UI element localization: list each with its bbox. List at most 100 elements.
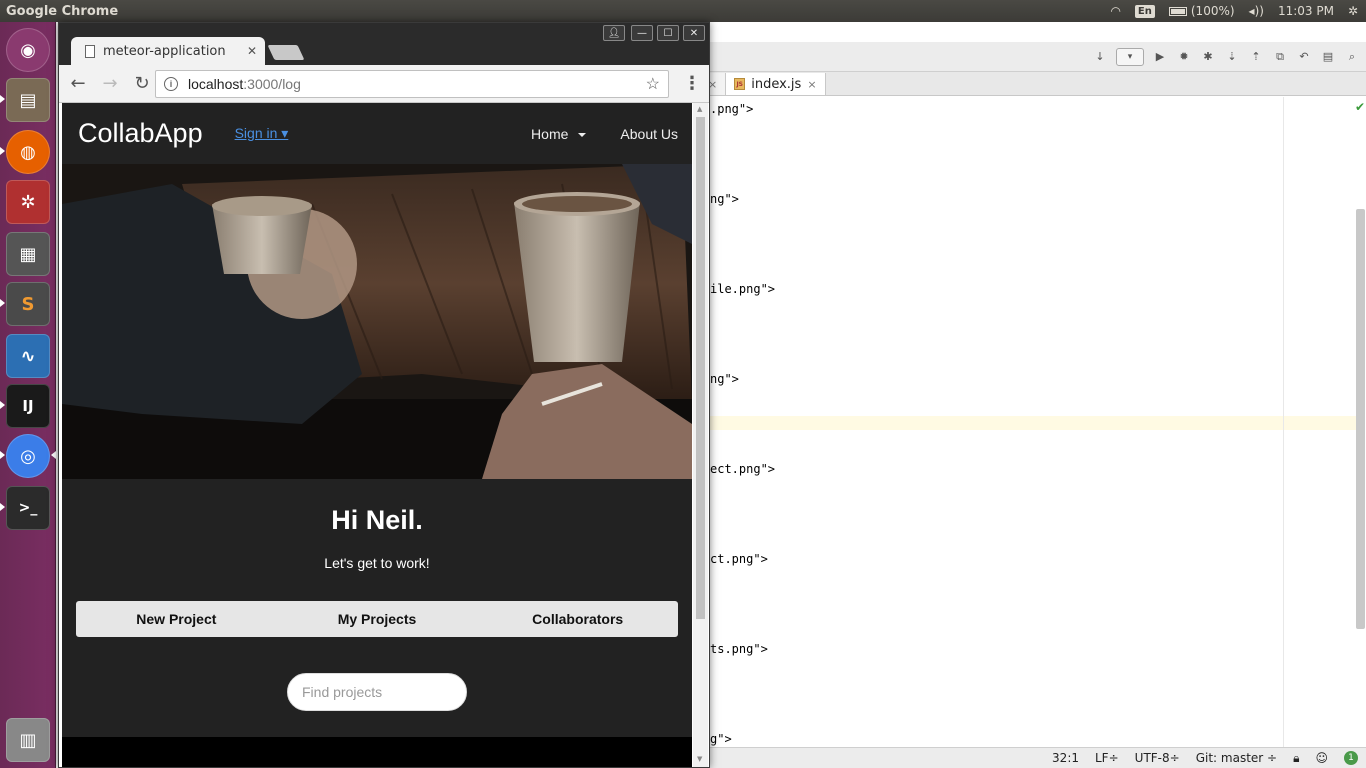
greeting-heading: Hi Neil. [331,505,423,535]
back-arrow-icon[interactable]: ← [65,71,91,97]
battery-indicator[interactable]: (100%) [1168,4,1235,18]
file-manager-icon[interactable]: ▤ [6,78,50,122]
code-line: ng"> [710,192,739,206]
system-settings-icon[interactable]: ✲ [6,180,50,224]
inspector-icon[interactable]: ☺ [1315,751,1328,765]
url-host: localhost [188,76,244,92]
bookmark-star-icon[interactable]: ☆ [646,74,660,94]
chrome-menu-icon[interactable]: ⋮ [683,73,701,94]
running-indicator [0,503,5,511]
page-viewport: CollabApp Sign in ▾ Home About Us Hi Nei… [62,103,692,767]
system-top-panel: Google Chrome ◠ En (100%) ◂)) 11:03 PM ✲ [0,0,1366,22]
code-line: ile.png"> [710,282,776,296]
keyboard-language-indicator[interactable]: En [1134,4,1155,18]
vcs-update-icon[interactable]: ⇣ [1224,49,1240,65]
current-line-highlight [708,416,1356,430]
minimize-button[interactable]: — [631,25,653,41]
page-scrollbar[interactable]: ▲ ▼ [693,103,708,767]
intellij-icon[interactable]: IJ [6,384,50,428]
focused-indicator [51,451,56,459]
browser-tab[interactable]: meteor-application ✕ [71,37,265,65]
code-line: ect.png"> [710,462,776,476]
run-config-dropdown[interactable]: ▾ [1116,47,1144,66]
code-line: .png"> [710,102,754,116]
next-section-band [62,737,692,767]
file-encoding[interactable]: UTF-8÷ [1135,751,1180,765]
calculator-icon[interactable]: ▦ [6,232,50,276]
intellij-window: ↓ ▾ ▶ ✹ ✱ ⇣ ⇡ ⧉ ↶ ▤ ⌕ × JS index.js × .p… [708,22,1366,768]
site-brand[interactable]: CollabApp [78,118,203,149]
event-log-badge[interactable]: 1 [1344,751,1358,765]
firefox-icon[interactable]: ◍ [6,130,50,174]
close-tab-icon[interactable]: ✕ [247,44,257,58]
inspection-ok-icon[interactable]: ✔ [1355,100,1365,114]
close-icon[interactable]: × [807,78,816,91]
code-line: g"> [710,732,732,746]
vcs-commit-icon[interactable]: ⇡ [1248,49,1264,65]
chrome-toolbar: ← → ↻ i localhost:3000/log ☆ ⋮ [59,65,709,103]
ide-tab-index-js[interactable]: JS index.js × [726,73,826,95]
terminal-icon[interactable]: >_ [6,486,50,530]
git-branch[interactable]: Git: master ÷ [1196,751,1277,765]
vcs-compare-icon[interactable]: ⧉ [1272,49,1288,65]
editor-scrollbar[interactable] [1356,209,1365,629]
chrome-icon[interactable]: ◎ [6,434,50,478]
running-indicator [0,451,5,459]
collaborators-button[interactable]: Collaborators [477,601,678,637]
system-monitor-icon[interactable]: ∿ [6,334,50,378]
search-icon[interactable]: ⌕ [1344,49,1360,65]
sublime-text-icon[interactable]: S [6,282,50,326]
debug-icon[interactable]: ✹ [1176,49,1192,65]
ide-tab-previous[interactable]: × [708,73,727,95]
lock-icon[interactable]: 🔒︎ [1293,751,1299,766]
clock[interactable]: 11:03 PM [1278,4,1334,18]
site-info-icon[interactable]: i [164,77,178,91]
hero-image-svg [62,164,692,479]
coverage-icon[interactable]: ✱ [1200,49,1216,65]
scroll-up-arrow-icon[interactable]: ▲ [697,105,702,113]
running-indicator [0,299,5,307]
code-line: ng"> [710,372,739,386]
chrome-titlebar: meteor-application ✕ 👤︎ — ☐ ✕ [59,23,709,65]
code-editor[interactable]: .png"> ng"> ile.png"> ng"> ect.png"> ct.… [708,97,1366,747]
active-app-title: Google Chrome [6,3,119,19]
wifi-icon[interactable]: ◠ [1110,4,1120,18]
document-icon [85,44,95,58]
trash-icon[interactable]: ▥ [6,718,50,762]
structure-icon[interactable]: ▤ [1320,49,1336,65]
scrollbar-thumb[interactable] [696,117,705,619]
greeting-subtitle: Let's get to work! [324,555,430,571]
find-projects-input[interactable]: Find projects [287,673,467,711]
caret-down-icon [578,132,587,137]
close-window-button[interactable]: ✕ [683,25,705,41]
settings-gear-icon[interactable]: ✲ [1348,4,1358,18]
run-icon[interactable]: ▶ [1152,49,1168,65]
site-navbar: CollabApp Sign in ▾ Home About Us [62,103,692,164]
hero-image-coffee-table [62,164,692,479]
reload-icon[interactable]: ↻ [129,71,155,97]
my-projects-button[interactable]: My Projects [277,601,478,637]
cursor-position[interactable]: 32:1 [1052,751,1079,765]
scroll-down-arrow-icon[interactable]: ▼ [697,755,702,763]
battery-icon [1168,7,1187,16]
maximize-button[interactable]: ☐ [657,25,679,41]
revert-icon[interactable]: ↶ [1296,49,1312,65]
forward-arrow-icon[interactable]: → [97,71,123,97]
ubuntu-dash-icon[interactable]: ◉ [6,28,50,72]
nav-about-us[interactable]: About Us [620,126,678,142]
sort-icon[interactable]: ↓ [1092,49,1108,65]
new-tab-button[interactable] [267,45,305,60]
ide-toolbar: ↓ ▾ ▶ ✹ ✱ ⇣ ⇡ ⧉ ↶ ▤ ⌕ [708,42,1366,72]
code-line: ct.png"> [710,552,768,566]
sign-in-dropdown[interactable]: Sign in ▾ [235,125,289,142]
volume-icon[interactable]: ◂)) [1249,4,1264,18]
address-bar[interactable]: i localhost:3000/log ☆ [155,70,669,98]
project-button-group: New Project My Projects Collaborators [76,601,678,637]
profile-icon[interactable]: 👤︎ [603,25,625,41]
new-project-button[interactable]: New Project [76,601,277,637]
line-separator[interactable]: LF÷ [1095,751,1119,765]
nav-home-dropdown[interactable]: Home [531,126,587,142]
ubuntu-launcher: ◉ ▤ ◍ ✲ ▦ S ∿ IJ ◎ >_ ▥ [0,22,56,768]
code-line: ts.png"> [710,642,768,656]
running-indicator [0,95,5,103]
